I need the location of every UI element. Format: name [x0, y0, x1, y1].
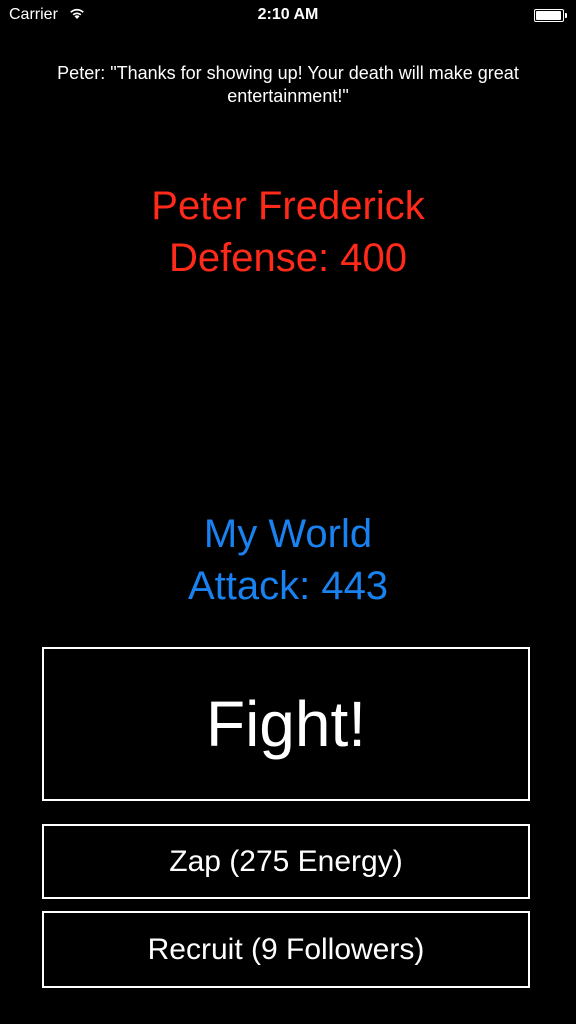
enemy-dialogue: Peter: "Thanks for showing up! Your deat… [57, 63, 519, 106]
status-bar: Carrier 2:10 AM [0, 0, 576, 32]
enemy-defense: Defense: 400 [169, 236, 407, 280]
enemy-name: Peter Frederick [151, 184, 425, 228]
enemy-panel: Peter Frederick Defense: 400 [0, 180, 576, 284]
battery-icon [534, 9, 567, 22]
clock: 2:10 AM [257, 6, 319, 23]
fight-button[interactable]: Fight! [42, 647, 530, 801]
player-attack: Attack: 443 [187, 564, 389, 608]
zap-button[interactable]: Zap (275 Energy) [42, 824, 530, 899]
player-name: My World [203, 512, 373, 556]
recruit-button[interactable]: Recruit (9 Followers) [42, 911, 530, 988]
player-panel: My World Attack: 443 [0, 508, 576, 612]
